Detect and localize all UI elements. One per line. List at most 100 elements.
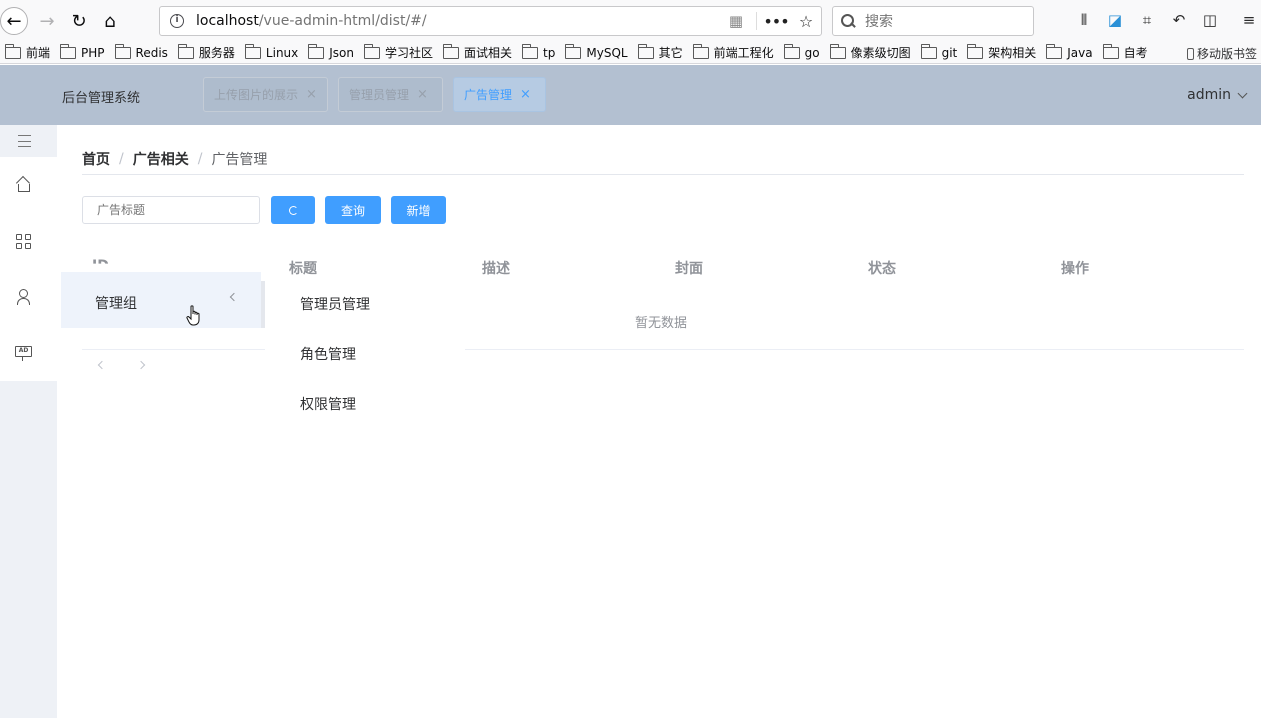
bookmark-folder[interactable]: Java: [1046, 43, 1093, 60]
browser-search-placeholder: 搜索: [865, 14, 893, 30]
sidebar-item-dashboard[interactable]: [0, 213, 57, 269]
bookmark-label: Redis: [135, 45, 168, 60]
folder-icon: [114, 43, 131, 59]
refresh-icon: [288, 205, 298, 215]
sidebar-item-ads[interactable]: AD: [0, 325, 57, 381]
ad-board-icon: AD: [15, 346, 32, 361]
bookmark-folder[interactable]: PHP: [60, 43, 105, 60]
bookmark-folder[interactable]: Redis: [114, 43, 168, 60]
bookmark-folder[interactable]: go: [783, 43, 820, 60]
breadcrumb-home[interactable]: 首页: [82, 149, 110, 169]
url-text[interactable]: localhost/vue-admin-html/dist/#/: [196, 13, 427, 29]
user-menu[interactable]: admin: [1187, 87, 1248, 103]
bookmark-folder[interactable]: 服务器: [177, 43, 235, 61]
bookmark-folder[interactable]: 面试相关: [443, 43, 513, 61]
sidebar-item-home[interactable]: [0, 157, 57, 213]
bookmark-label: 前端工程化: [713, 46, 774, 60]
tab-label: 广告管理: [464, 88, 513, 102]
url-bar[interactable]: i localhost/vue-admin-html/dist/#/ ▦ •••…: [159, 6, 822, 36]
add-button[interactable]: 新增: [391, 196, 446, 224]
bookmark-folder[interactable]: Json: [308, 43, 354, 60]
browser-search-bar[interactable]: 搜索: [832, 6, 1034, 36]
bookmark-label: 像素级切图: [850, 46, 911, 60]
tab-upload-images[interactable]: 上传图片的展示 ×: [203, 77, 328, 112]
user-name: admin: [1187, 87, 1231, 103]
bookmark-folder[interactable]: 前端工程化: [692, 43, 774, 61]
crop-icon[interactable]: ⌗: [1136, 11, 1158, 31]
undo-icon[interactable]: ↶: [1168, 11, 1190, 31]
folder-icon: [967, 43, 984, 59]
submenu-item-permission[interactable]: 权限管理: [300, 394, 356, 414]
bookmark-folder[interactable]: 架构相关: [967, 43, 1036, 61]
close-icon[interactable]: ×: [520, 87, 531, 102]
submenu: 管理员管理 角色管理 权限管理: [265, 278, 465, 428]
hand-cursor-icon: [186, 305, 200, 326]
back-button[interactable]: ←: [0, 7, 28, 35]
library-icon[interactable]: ⫴: [1073, 11, 1095, 31]
submenu-item-admin[interactable]: 管理员管理: [300, 294, 370, 314]
bookmark-label: MySQL: [586, 45, 628, 60]
column-cover: 封面: [675, 261, 703, 277]
tab-label: 上传图片的展示: [214, 88, 299, 102]
bookmark-folder[interactable]: 前端: [5, 43, 51, 61]
bookmark-folder[interactable]: MySQL: [565, 43, 628, 60]
menu-icon[interactable]: ≡: [1238, 11, 1260, 31]
submenu-item-role[interactable]: 角色管理: [300, 344, 356, 364]
breadcrumb: 首页 / 广告相关 / 广告管理: [82, 149, 267, 169]
breadcrumb-current: 广告管理: [211, 152, 268, 168]
folder-icon: [364, 43, 381, 59]
bookmark-folder[interactable]: 其它: [637, 43, 683, 61]
bookmark-folder[interactable]: git: [920, 43, 957, 60]
info-icon[interactable]: i: [170, 14, 184, 28]
bookmark-folder[interactable]: 自考: [1102, 43, 1148, 61]
more-actions-icon[interactable]: •••: [761, 12, 791, 31]
bookmark-folder[interactable]: 学习社区: [364, 43, 434, 61]
table-bottom-border: [465, 349, 1244, 350]
tab-label: 管理员管理: [349, 88, 410, 102]
column-status: 状态: [868, 261, 896, 277]
bookmark-folder[interactable]: Linux: [244, 43, 299, 60]
bookmark-label: 服务器: [198, 46, 235, 60]
menu-group-item[interactable]: 管理组: [61, 272, 261, 328]
chevron-down-icon: [1237, 88, 1248, 98]
folder-icon: [522, 43, 539, 59]
qr-code-icon[interactable]: ▦: [720, 12, 752, 30]
ad-title-search-input[interactable]: [82, 196, 260, 224]
column-description: 描述: [482, 261, 510, 277]
folder-icon: [829, 43, 846, 59]
bookmark-label: Linux: [265, 45, 299, 60]
tab-admin-manage[interactable]: 管理员管理 ×: [338, 77, 443, 112]
folder-icon: [692, 43, 709, 59]
breadcrumb-section[interactable]: 广告相关: [133, 149, 189, 169]
divider: [82, 174, 1244, 175]
sidebar-toggle-icon[interactable]: ◫: [1199, 11, 1221, 31]
home-button[interactable]: ⌂: [96, 7, 124, 35]
main-content: 首页 / 广告相关 / 广告管理 查询 新增 ID 标题 描述 封面 状态 操作…: [57, 125, 1261, 718]
bookmark-star-icon[interactable]: ☆: [791, 12, 821, 31]
bookmarks-bar: 前端 PHP Redis 服务器 Linux Json 学习社区 面试相关 tp MySQL 其它 前…: [0, 42, 1261, 64]
folder-icon: [308, 43, 325, 59]
extension-icon[interactable]: ◪: [1104, 11, 1126, 31]
folder-icon: [443, 43, 460, 59]
query-button[interactable]: 查询: [325, 196, 381, 224]
tab-ad-manage[interactable]: 广告管理 ×: [453, 77, 546, 112]
mobile-bookmarks[interactable]: 移动版书签: [1186, 45, 1257, 62]
breadcrumb-separator: /: [197, 151, 203, 167]
reload-button[interactable]: ↻: [65, 7, 93, 35]
bookmark-label: 面试相关: [464, 46, 513, 60]
bookmark-folder[interactable]: 像素级切图: [829, 43, 911, 61]
forward-button[interactable]: →: [33, 7, 61, 35]
folder-icon: [60, 43, 77, 59]
close-icon[interactable]: ×: [306, 87, 317, 102]
browser-toolbar: ← → ↻ ⌂ i localhost/vue-admin-html/dist/…: [0, 0, 1261, 42]
sidebar-collapse-toggle[interactable]: [0, 125, 57, 157]
bookmark-folder[interactable]: tp: [522, 43, 555, 60]
search-icon: [841, 14, 855, 28]
sidebar-item-users[interactable]: [0, 269, 57, 325]
close-icon[interactable]: ×: [417, 87, 428, 102]
bookmark-label: 前端: [26, 46, 51, 60]
refresh-button[interactable]: [271, 196, 315, 224]
bookmark-label: Java: [1067, 45, 1093, 60]
bookmark-label: 学习社区: [385, 46, 434, 60]
bookmark-label: 其它: [658, 46, 683, 60]
